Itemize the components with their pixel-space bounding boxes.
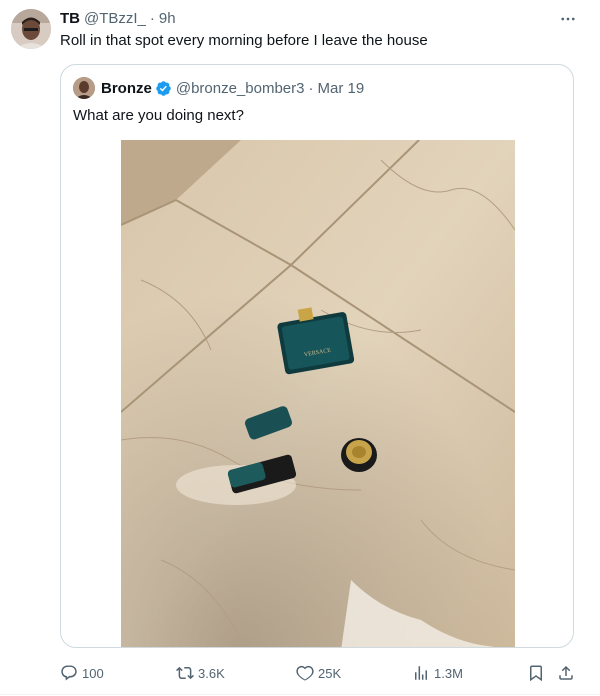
more-dots-icon <box>561 17 575 21</box>
views-button[interactable]: 1.3M <box>412 660 463 686</box>
bookmark-button[interactable] <box>527 660 549 686</box>
views-count: 1.3M <box>434 665 463 681</box>
quote-author-avatar <box>73 77 95 99</box>
photo-image: VERSACE <box>121 140 515 647</box>
quoted-tweet[interactable]: Bronze @bronze_bomber3 · Mar 19 What are… <box>60 64 574 648</box>
quote-separator-dot: · <box>308 79 314 97</box>
heart-icon <box>296 665 314 681</box>
quote-header: Bronze @bronze_bomber3 · Mar 19 <box>101 78 364 98</box>
tweet[interactable]: TB @TBzzI_ · 9h Roll in that spot every … <box>0 0 600 696</box>
verified-badge-icon <box>156 80 171 96</box>
reply-button[interactable]: 100 <box>60 660 104 686</box>
reply-count: 100 <box>82 665 104 681</box>
tweet-header: TB @TBzzI_ · 9h <box>60 8 176 28</box>
like-count: 25K <box>318 665 342 681</box>
tweet-divider <box>0 694 600 695</box>
author-name[interactable]: TB <box>60 10 80 27</box>
author-avatar[interactable] <box>11 9 51 49</box>
quote-photo[interactable]: VERSACE <box>121 140 515 647</box>
bookmark-icon <box>530 665 542 682</box>
retweet-icon <box>176 666 194 680</box>
tweet-text: Roll in that spot every morning before I… <box>60 32 428 49</box>
like-button[interactable]: 25K <box>296 660 341 686</box>
share-button[interactable] <box>557 660 579 686</box>
avatar-image <box>11 9 51 49</box>
author-handle[interactable]: @TBzzI_ <box>84 10 146 27</box>
quote-text: What are you doing next? <box>73 107 244 124</box>
retweet-button[interactable]: 3.6K <box>176 660 225 686</box>
reply-icon <box>61 665 77 681</box>
action-bar: 100 3.6K 25K 1.3M <box>0 660 600 686</box>
quote-timestamp: Mar 19 <box>317 79 365 97</box>
quote-author-handle: @bronze_bomber3 <box>175 79 305 97</box>
retweet-count: 3.6K <box>198 665 225 681</box>
separator-dot: · <box>149 9 155 27</box>
share-icon <box>559 665 573 680</box>
tweet-timestamp[interactable]: 9h <box>159 10 176 27</box>
quote-avatar-image <box>73 77 95 99</box>
views-chart-icon <box>415 666 427 680</box>
more-options-button[interactable] <box>556 10 580 28</box>
quote-author-name: Bronze <box>101 79 152 97</box>
